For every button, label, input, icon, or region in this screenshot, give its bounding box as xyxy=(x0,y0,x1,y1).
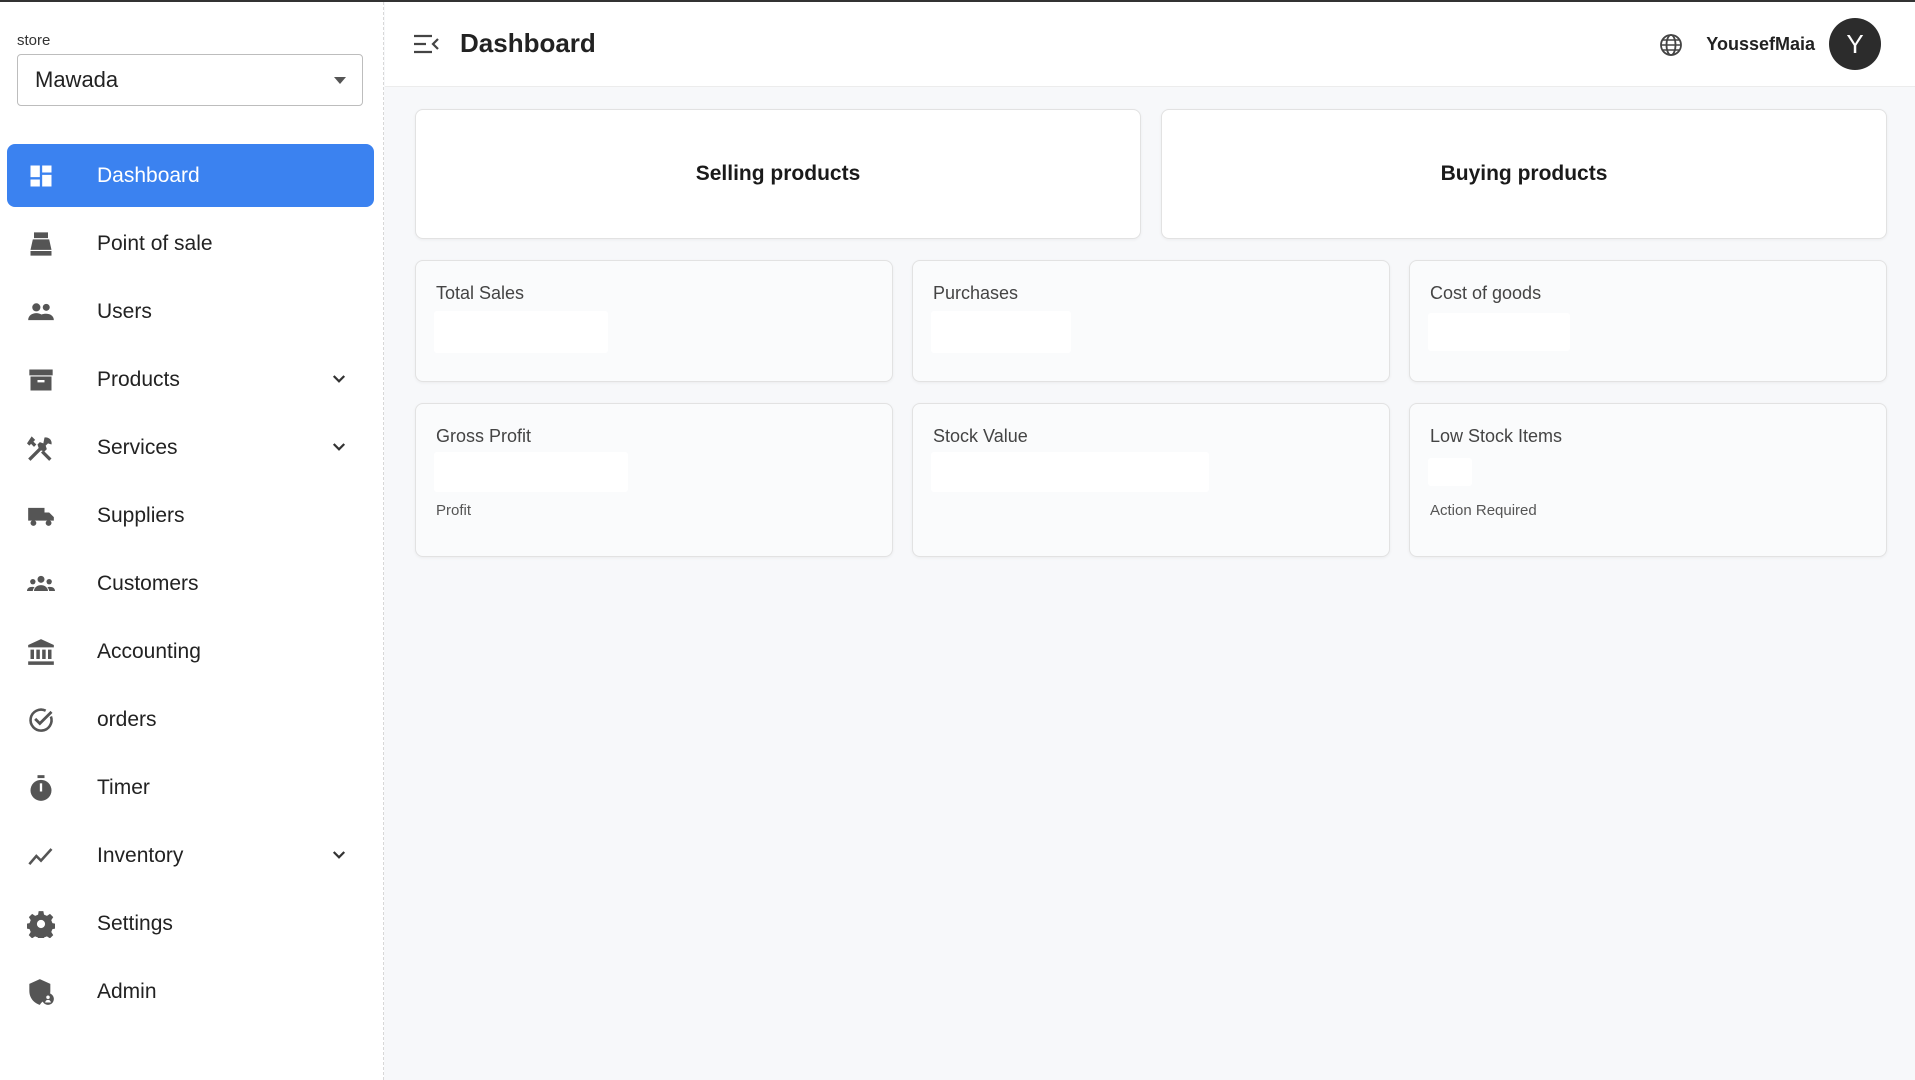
store-label: store xyxy=(17,32,51,49)
stat-value-placeholder xyxy=(1428,313,1570,351)
sidebar-item-suppliers[interactable]: Suppliers xyxy=(7,484,374,547)
sidebar-item-services[interactable]: Services xyxy=(7,416,374,479)
globe-icon[interactable] xyxy=(1659,33,1683,57)
stat-value-placeholder xyxy=(931,452,1209,492)
users-icon xyxy=(27,298,55,326)
stat-subtitle: Action Required xyxy=(1430,502,1537,519)
sidebar-item-settings[interactable]: Settings xyxy=(7,892,374,955)
stat-value-placeholder xyxy=(434,452,628,492)
stat-value-placeholder xyxy=(434,311,608,353)
store-select[interactable]: Mawada xyxy=(17,54,363,106)
gear-icon xyxy=(27,910,55,938)
trending-icon xyxy=(27,842,55,870)
stat-title: Total Sales xyxy=(436,283,525,303)
sidebar-item-orders[interactable]: orders xyxy=(7,688,374,751)
sidebar-item-label: Accounting xyxy=(97,639,201,663)
sidebar: store Mawada Dashboard Point of sale Use… xyxy=(0,2,384,1080)
stat-value-placeholder xyxy=(931,311,1071,353)
sidebar-item-label: Products xyxy=(97,367,180,391)
sidebar-item-timer[interactable]: Timer xyxy=(7,756,374,819)
sidebar-item-label: Settings xyxy=(97,911,173,935)
username[interactable]: YoussefMaia xyxy=(1706,34,1815,55)
sidebar-item-products[interactable]: Products xyxy=(7,348,374,411)
check-circle-icon xyxy=(27,706,55,734)
selling-products-label: Selling products xyxy=(695,162,861,185)
sidebar-nav: Dashboard Point of sale Users Products S… xyxy=(0,144,384,1028)
stat-card-low-stock-items: Low Stock Items Action Required xyxy=(1409,403,1887,557)
sidebar-item-label: orders xyxy=(97,707,157,731)
stat-title: Stock Value xyxy=(933,426,1028,446)
buying-products-label: Buying products xyxy=(1440,162,1608,185)
group-icon xyxy=(27,570,55,598)
sidebar-item-dashboard[interactable]: Dashboard xyxy=(7,144,374,207)
tools-icon xyxy=(27,434,55,462)
admin-shield-icon xyxy=(27,978,55,1006)
sidebar-item-label: Inventory xyxy=(97,843,184,867)
sidebar-item-label: Users xyxy=(97,299,152,323)
stat-subtitle: Profit xyxy=(436,502,472,519)
bank-icon xyxy=(27,638,55,666)
stat-title: Low Stock Items xyxy=(1430,426,1563,446)
sidebar-item-label: Suppliers xyxy=(97,503,185,527)
caret-down-icon xyxy=(334,77,346,84)
dashboard-icon xyxy=(27,162,55,190)
sidebar-item-accounting[interactable]: Accounting xyxy=(7,620,374,683)
cash-register-icon xyxy=(27,230,55,258)
stat-title: Cost of goods xyxy=(1430,283,1542,303)
sidebar-item-point-of-sale[interactable]: Point of sale xyxy=(7,212,374,275)
sidebar-item-label: Services xyxy=(97,435,178,459)
avatar[interactable]: Y xyxy=(1829,18,1881,70)
sidebar-item-label: Point of sale xyxy=(97,231,213,255)
selling-products-card[interactable]: Selling products xyxy=(415,109,1141,239)
stat-card-cost-of-goods: Cost of goods xyxy=(1409,260,1887,382)
sidebar-item-customers[interactable]: Customers xyxy=(7,552,374,615)
stat-card-stock-value: Stock Value xyxy=(912,403,1390,557)
top-bar: Dashboard YoussefMaia Y xyxy=(385,2,1915,87)
stat-card-total-sales: Total Sales xyxy=(415,260,893,382)
sidebar-item-inventory[interactable]: Inventory xyxy=(7,824,374,887)
buying-products-card[interactable]: Buying products xyxy=(1161,109,1887,239)
stat-value-placeholder xyxy=(1428,458,1472,486)
chevron-down-icon[interactable] xyxy=(330,370,348,388)
sidebar-item-users[interactable]: Users xyxy=(7,280,374,343)
sidebar-item-admin[interactable]: Admin xyxy=(7,960,374,1023)
sidebar-item-label: Admin xyxy=(97,979,157,1003)
stat-card-gross-profit: Gross Profit Profit xyxy=(415,403,893,557)
page-title: Dashboard xyxy=(460,28,596,58)
sidebar-item-label: Customers xyxy=(97,571,199,595)
store-select-value: Mawada xyxy=(35,67,119,92)
stat-title: Gross Profit xyxy=(436,426,532,446)
chevron-down-icon[interactable] xyxy=(330,438,348,456)
stat-card-purchases: Purchases xyxy=(912,260,1390,382)
sidebar-item-label: Dashboard xyxy=(97,163,200,187)
sidebar-item-label: Timer xyxy=(97,775,150,799)
timer-icon xyxy=(27,774,55,802)
stat-title: Purchases xyxy=(933,283,1019,303)
archive-box-icon xyxy=(27,366,55,394)
menu-collapse-icon[interactable] xyxy=(413,32,439,56)
chevron-down-icon[interactable] xyxy=(330,846,348,864)
truck-icon xyxy=(27,502,55,530)
